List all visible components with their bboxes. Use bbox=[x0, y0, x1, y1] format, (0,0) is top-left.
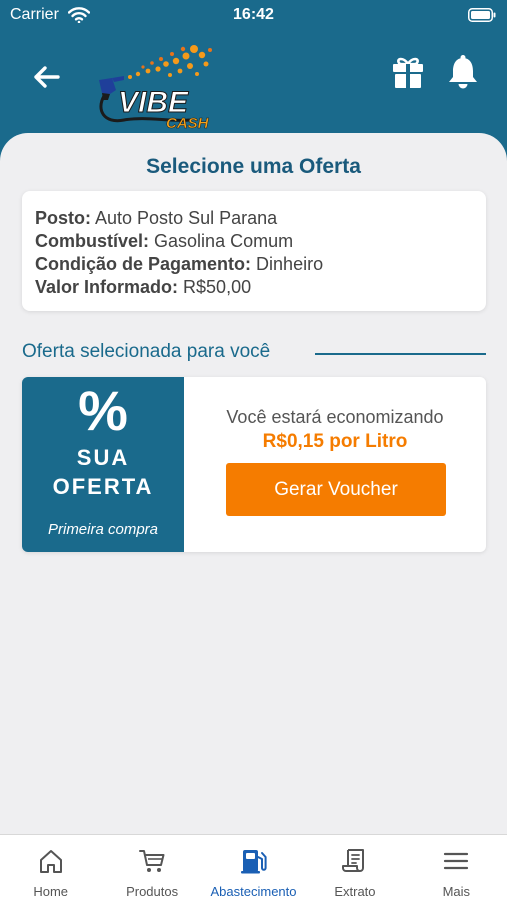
offer-label-line1: SUA bbox=[76, 445, 130, 470]
tab-label: Produtos bbox=[126, 884, 179, 899]
fuel-icon bbox=[240, 850, 267, 874]
menu-icon bbox=[444, 852, 469, 870]
combustivel-value: Gasolina Comum bbox=[154, 231, 294, 251]
pagamento-label: Condição de Pagamento: bbox=[35, 254, 252, 274]
bell-icon[interactable] bbox=[446, 54, 480, 90]
valor-row: Valor Informado: R$50,00 bbox=[35, 276, 473, 299]
posto-value: Auto Posto Sul Parana bbox=[95, 208, 278, 228]
status-bar: Carrier 16:42 bbox=[0, 0, 507, 32]
tab-extrato[interactable]: Extrato bbox=[304, 835, 405, 900]
tab-home[interactable]: Home bbox=[0, 835, 101, 900]
bottom-tab-bar: Home Produtos Abastecimento Extrato Mais bbox=[0, 834, 507, 900]
tab-label: Mais bbox=[442, 884, 471, 899]
pagamento-row: Condição de Pagamento: Dinheiro bbox=[35, 253, 473, 276]
valor-value: R$50,00 bbox=[183, 277, 252, 297]
offer-card: % SUA OFERTA Primeira compra Você estará… bbox=[22, 377, 486, 552]
cart-icon bbox=[139, 850, 165, 872]
offer-label: SUA OFERTA bbox=[22, 443, 184, 501]
posto-row: Posto: Auto Posto Sul Parana bbox=[35, 207, 473, 230]
combustivel-row: Combustível: Gasolina Comum bbox=[35, 230, 473, 253]
gift-icon[interactable] bbox=[390, 54, 426, 90]
section-title: Oferta selecionada para você bbox=[22, 341, 271, 362]
offer-badge: % SUA OFERTA Primeira compra bbox=[22, 377, 184, 552]
tab-label: Abastecimento bbox=[210, 884, 297, 899]
main-content: Selecione uma Oferta Posto: Auto Posto S… bbox=[0, 133, 507, 834]
status-time: 16:42 bbox=[233, 6, 274, 23]
offer-details-card: Posto: Auto Posto Sul Parana Combustível… bbox=[22, 191, 486, 311]
back-arrow-icon[interactable] bbox=[30, 60, 64, 94]
tab-abastecimento[interactable]: Abastecimento bbox=[203, 835, 304, 900]
page-title: Selecione uma Oferta bbox=[146, 155, 361, 178]
savings-text: Você estará economizando bbox=[226, 407, 444, 427]
savings-value: R$0,15 por Litro bbox=[262, 431, 408, 452]
app-header: VIBE CASH bbox=[0, 32, 507, 142]
offer-label-line2: OFERTA bbox=[52, 474, 154, 499]
pagamento-value: Dinheiro bbox=[256, 254, 324, 274]
offer-percent-icon: % bbox=[78, 379, 128, 442]
home-icon bbox=[39, 850, 62, 873]
logo-subtext: CASH bbox=[166, 115, 210, 132]
receipt-icon bbox=[341, 849, 364, 872]
section-heading: Oferta selecionada para você bbox=[22, 341, 486, 365]
tab-label: Home bbox=[33, 884, 69, 899]
posto-label: Posto: bbox=[35, 208, 91, 228]
offer-subtitle: Primeira compra bbox=[47, 521, 159, 538]
generate-voucher-button[interactable]: Gerar Voucher bbox=[226, 463, 446, 516]
combustivel-label: Combustível: bbox=[35, 231, 150, 251]
tab-produtos[interactable]: Produtos bbox=[101, 835, 202, 900]
valor-label: Valor Informado: bbox=[35, 277, 179, 297]
battery-icon bbox=[468, 8, 496, 22]
section-divider bbox=[315, 353, 486, 355]
tab-label: Extrato bbox=[334, 884, 376, 899]
tab-mais[interactable]: Mais bbox=[406, 835, 507, 900]
vibe-cash-logo: VIBE CASH bbox=[99, 45, 212, 132]
